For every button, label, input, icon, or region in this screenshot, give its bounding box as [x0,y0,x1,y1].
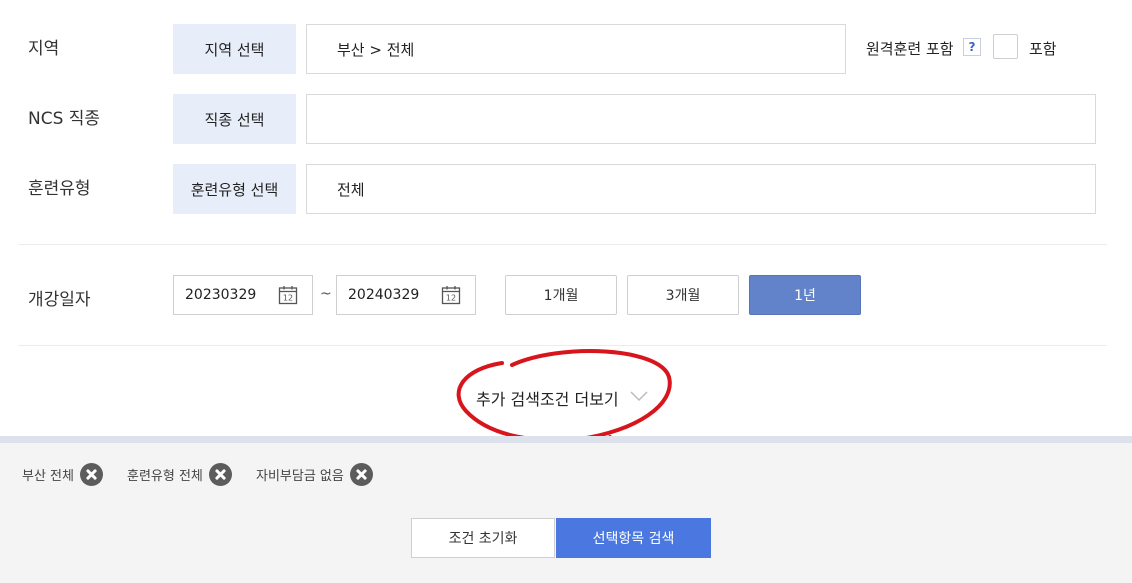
start-date-to-value: 20240329 [348,287,420,303]
help-icon[interactable]: ? [963,38,981,56]
more-filters-toggle[interactable]: 추가 검색조건 더보기 [476,386,619,410]
start-date-to-input[interactable]: 20240329 12 [336,275,476,315]
include-label: 포함 [1029,40,1057,58]
filter-chip-label: 훈련유형 전체 [127,469,203,484]
remote-include-checkbox[interactable] [993,34,1018,59]
period-1-year-button[interactable]: 1년 [749,275,861,315]
region-label: 지역 [28,39,60,59]
start-date-from-input[interactable]: 20230329 12 [173,275,313,315]
filter-chip: 자비부담금 없음 [256,463,373,486]
region-select-button[interactable]: 지역 선택 [173,24,296,74]
selected-filters-panel [0,436,1132,583]
period-3-month-button[interactable]: 3개월 [627,275,739,315]
chevron-down-icon[interactable] [630,390,648,402]
svg-text:12: 12 [283,294,293,303]
calendar-icon[interactable]: 12 [278,285,298,305]
period-1-month-button[interactable]: 1개월 [505,275,617,315]
region-value-field[interactable]: 부산 > 전체 [306,24,846,74]
start-date-label: 개강일자 [28,290,91,310]
ncs-value-field[interactable] [306,94,1096,144]
training-type-value-field[interactable]: 전체 [306,164,1096,214]
search-button[interactable]: 선택항목 검색 [556,518,711,558]
close-icon[interactable] [208,463,232,486]
calendar-icon[interactable]: 12 [441,285,461,305]
close-icon[interactable] [349,463,373,486]
divider [18,345,1107,346]
filter-chip-label: 자비부담금 없음 [256,469,344,484]
training-type-value: 전체 [337,180,365,199]
training-type-label: 훈련유형 [28,179,91,199]
close-icon[interactable] [79,463,103,486]
start-date-from-value: 20230329 [185,287,257,303]
filter-chip: 부산 전체 [22,463,103,486]
training-type-select-button[interactable]: 훈련유형 선택 [173,164,296,214]
divider [18,244,1107,245]
date-range-separator: ~ [320,286,332,302]
region-value: 부산 > 전체 [337,40,415,59]
remote-training-label: 원격훈련 포함 [866,40,954,58]
filter-chip: 훈련유형 전체 [127,463,232,486]
reset-button[interactable]: 조건 초기화 [411,518,555,558]
svg-text:12: 12 [446,294,456,303]
ncs-label: NCS 직종 [28,109,101,129]
ncs-select-button[interactable]: 직종 선택 [173,94,296,144]
filter-chip-label: 부산 전체 [22,469,74,484]
